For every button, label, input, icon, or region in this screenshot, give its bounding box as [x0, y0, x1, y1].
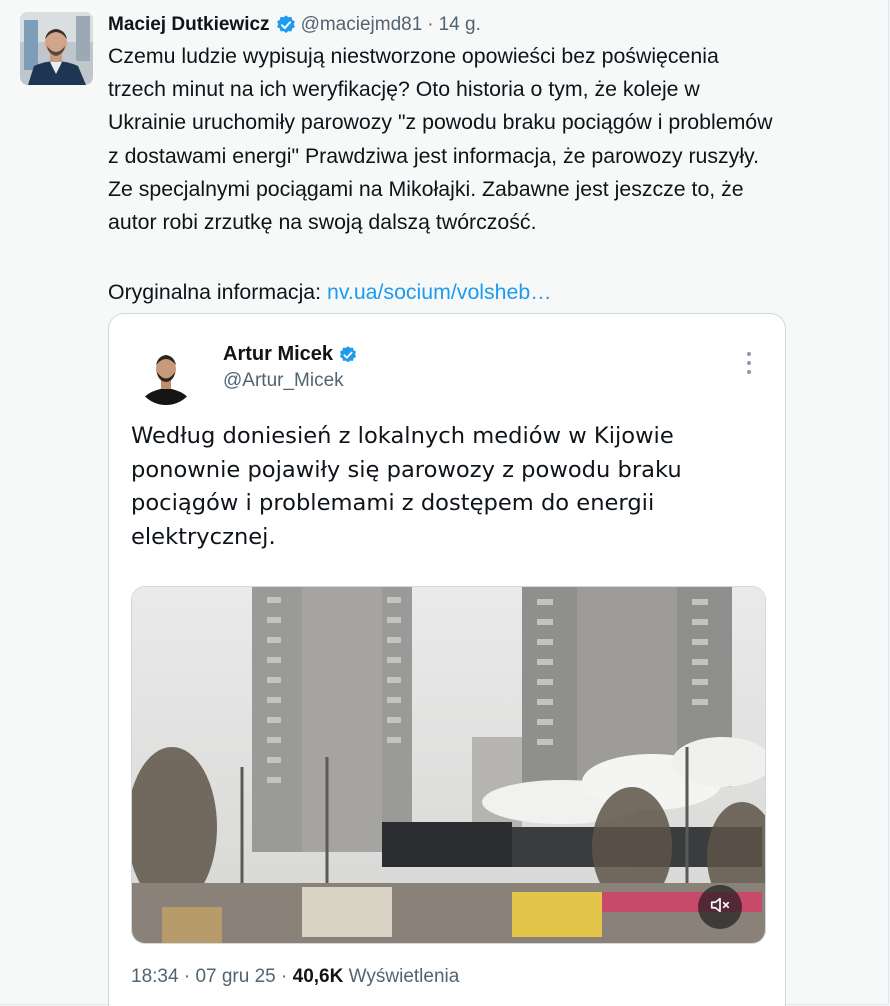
quoted-tweet-card[interactable]: Artur Micek @Artur_Micek Według doniesie… — [108, 313, 786, 1006]
tweet-text-line: trzech minut na ich weryfikację? Oto his… — [108, 77, 700, 102]
separator-dot: · — [183, 966, 191, 987]
author-avatar[interactable] — [20, 12, 93, 85]
tweet-text-line: Ukrainie uruchomiły parowozy "z powodu b… — [108, 110, 773, 135]
mute-icon — [709, 894, 731, 921]
verified-badge-icon — [275, 14, 297, 36]
quoted-author-name[interactable]: Artur Micek — [223, 343, 333, 366]
mute-button[interactable] — [698, 885, 742, 929]
tweet-container: Maciej Dutkiewicz @maciejmd81 · 14 g. Cz… — [0, 0, 889, 1006]
quoted-tweet-date[interactable]: 07 gru 25 — [195, 966, 275, 987]
video-media[interactable] — [131, 586, 766, 944]
tweet-timestamp[interactable]: 14 g. — [439, 14, 481, 36]
quoted-tweet-text: Według doniesień z lokalnych mediów w Ki… — [131, 420, 751, 554]
quoted-text-line: elektrycznej. — [131, 523, 276, 550]
quoted-text-line: pociągów i problemami z dostępem do ener… — [131, 490, 655, 516]
quoted-text-line: ponownie pojawiły się parowozy z powodu … — [131, 456, 682, 483]
separator-dot: · — [281, 966, 288, 987]
quoted-tweet-time[interactable]: 18:34 — [131, 966, 179, 987]
separator-dot: · — [427, 14, 434, 35]
tweet-text: Czemu ludzie wypisują niestworzone opowi… — [108, 40, 868, 239]
tweet-text-line: z dostawami energi" Prawdziwa jest infor… — [108, 143, 760, 168]
tweet-text-line: Czemu ludzie wypisują niestworzone opowi… — [108, 44, 719, 68]
tweet-text-line: Ze specjalnymi pociągami na Mikołajki. Z… — [108, 176, 744, 201]
views-count: 40,6K — [292, 966, 344, 987]
original-info-line: Oryginalna informacja: nv.ua/socium/vols… — [108, 276, 552, 309]
original-info-label: Oryginalna informacja: — [108, 280, 322, 304]
quoted-tweet-meta: 18:34 · 07 gru 25 · 40,6K Wyświetlenia — [131, 966, 459, 988]
verified-badge-icon — [338, 345, 358, 365]
author-name[interactable]: Maciej Dutkiewicz — [108, 14, 270, 36]
views-label: Wyświetlenia — [348, 966, 460, 987]
more-options-icon[interactable] — [741, 350, 757, 376]
author-handle[interactable]: @maciejmd81 — [301, 14, 423, 36]
quoted-author-name-row: Artur Micek — [223, 343, 362, 366]
tweet-header: Maciej Dutkiewicz @maciejmd81 · 14 g. — [108, 12, 481, 38]
quoted-text-line: Według doniesień z lokalnych mediów w Ki… — [131, 423, 674, 449]
tweet-text-line: autor robi zrzutkę na swoją dalszą twórc… — [108, 210, 537, 235]
original-info-link[interactable]: nv.ua/socium/volsheb… — [327, 280, 552, 304]
quoted-author-avatar[interactable] — [136, 345, 196, 405]
quoted-author-handle[interactable]: @Artur_Micek — [223, 370, 344, 392]
